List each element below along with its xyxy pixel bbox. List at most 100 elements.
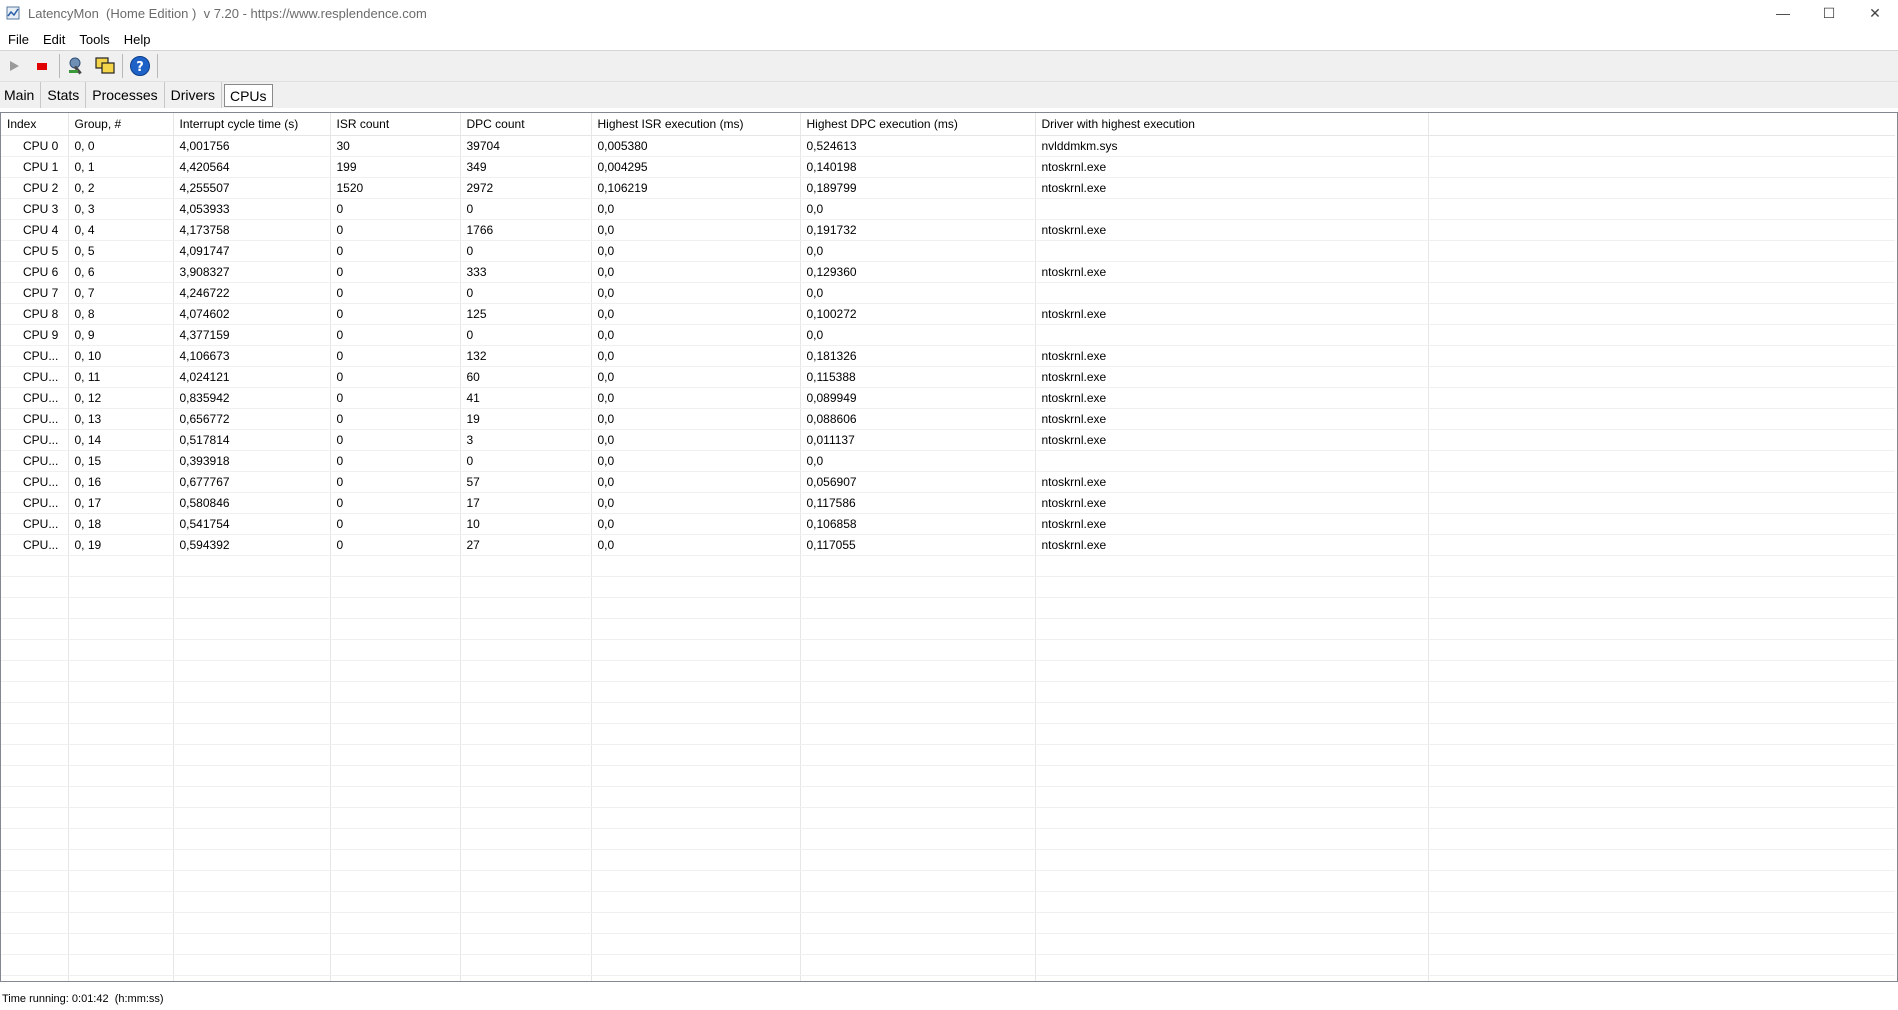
- column-header-index[interactable]: Index: [1, 113, 69, 136]
- table-row[interactable]: CPU 5 0, 5 4,091747 0 0 0,0 0,0: [1, 240, 1895, 262]
- maximize-button[interactable]: ☐: [1806, 0, 1852, 26]
- table-cell: 0, 7: [68, 282, 174, 304]
- menu-tools[interactable]: Tools: [71, 32, 115, 47]
- start-button[interactable]: [0, 53, 28, 79]
- windows-icon: [95, 57, 115, 74]
- tool-button[interactable]: [63, 53, 91, 79]
- empty-cell: [591, 933, 801, 955]
- empty-cell: [173, 933, 331, 955]
- column-header-dpc-count[interactable]: DPC count: [460, 113, 592, 136]
- table-row[interactable]: CPU... 0, 19 0,594392 0 27 0,0 0,117055 ntoskrn…: [1, 534, 1895, 556]
- empty-cell: [460, 975, 592, 981]
- empty-cell: [173, 576, 331, 598]
- table-cell: ntoskrnl.exe: [1035, 534, 1429, 556]
- table-cell: 0,677767: [173, 471, 331, 493]
- table-cell: CPU...: [1, 471, 69, 493]
- table-cell: 4,106673: [173, 345, 331, 367]
- table-cell: 0,140198: [800, 156, 1036, 178]
- minimize-button[interactable]: —: [1760, 0, 1806, 26]
- empty-cell: [1035, 660, 1429, 682]
- empty-cell: [1428, 891, 1895, 913]
- empty-cell: [330, 660, 461, 682]
- empty-cell: [800, 744, 1036, 766]
- help-button[interactable]: ?: [126, 53, 154, 79]
- table-cell: 0,100272: [800, 303, 1036, 325]
- table-row[interactable]: CPU... 0, 16 0,677767 0 57 0,0 0,056907 ntoskrn…: [1, 471, 1895, 493]
- empty-row: [1, 891, 1895, 913]
- tab-stats[interactable]: Stats: [41, 82, 87, 108]
- empty-cell: [1428, 723, 1895, 745]
- table-cell: 349: [460, 156, 592, 178]
- empty-cell: [330, 891, 461, 913]
- table-row[interactable]: CPU... 0, 13 0,656772 0 19 0,0 0,088606 ntoskrn…: [1, 408, 1895, 430]
- empty-cell: [173, 786, 331, 808]
- stop-button[interactable]: [28, 53, 56, 79]
- empty-cell: [800, 576, 1036, 598]
- table-cell: 60: [460, 366, 592, 388]
- empty-row: [1, 744, 1895, 766]
- column-header-driver[interactable]: Driver with highest execution: [1035, 113, 1429, 136]
- table-row[interactable]: CPU... 0, 11 4,024121 0 60 0,0 0,115388 ntoskrn…: [1, 366, 1895, 388]
- empty-cell: [1428, 954, 1895, 976]
- empty-cell: [591, 555, 801, 577]
- table-cell: 0,004295: [591, 156, 801, 178]
- close-button[interactable]: ✕: [1852, 0, 1898, 26]
- cpu-table[interactable]: Index Group, # Interrupt cycle time (s) …: [0, 112, 1898, 982]
- table-cell: 0,0: [591, 471, 801, 493]
- column-header-isr-count[interactable]: ISR count: [330, 113, 461, 136]
- empty-cell: [1, 660, 69, 682]
- tab-cpus[interactable]: CPUs: [223, 84, 273, 107]
- empty-cell: [173, 807, 331, 829]
- table-row[interactable]: CPU 1 0, 1 4,420564 199 349 0,004295 0,140198 n…: [1, 156, 1895, 178]
- table-row[interactable]: CPU... 0, 10 4,106673 0 132 0,0 0,181326 ntoskr…: [1, 345, 1895, 367]
- menu-help[interactable]: Help: [116, 32, 157, 47]
- table-cell: 0,0: [591, 492, 801, 514]
- table-row[interactable]: CPU 8 0, 8 4,074602 0 125 0,0 0,100272 ntoskrnl…: [1, 303, 1895, 325]
- table-cell: 0, 2: [68, 177, 174, 199]
- empty-cell: [1428, 765, 1895, 787]
- table-row[interactable]: CPU 0 0, 0 4,001756 30 39704 0,005380 0,524613…: [1, 135, 1895, 157]
- table-row[interactable]: CPU 2 0, 2 4,255507 1520 2972 0,106219 0,18979…: [1, 177, 1895, 199]
- table-row[interactable]: CPU 4 0, 4 4,173758 0 1766 0,0 0,191732 ntoskrn…: [1, 219, 1895, 241]
- table-cell-filler: [1428, 303, 1895, 325]
- empty-cell: [1, 555, 69, 577]
- empty-cell: [68, 555, 174, 577]
- table-cell: CPU 6: [1, 261, 69, 283]
- empty-cell: [591, 723, 801, 745]
- empty-cell: [800, 870, 1036, 892]
- tab-main[interactable]: Main: [0, 82, 42, 108]
- empty-row: [1, 618, 1895, 640]
- table-row[interactable]: CPU 3 0, 3 4,053933 0 0 0,0 0,0: [1, 198, 1895, 220]
- table-cell-filler: [1428, 534, 1895, 556]
- table-cell: CPU...: [1, 492, 69, 514]
- column-header-highest-isr[interactable]: Highest ISR execution (ms): [591, 113, 801, 136]
- empty-cell: [68, 849, 174, 871]
- table-row[interactable]: CPU... 0, 18 0,541754 0 10 0,0 0,106858 ntoskrn…: [1, 513, 1895, 535]
- table-row[interactable]: CPU... 0, 12 0,835942 0 41 0,0 0,089949 ntoskrn…: [1, 387, 1895, 409]
- empty-cell: [1428, 912, 1895, 934]
- tab-drivers[interactable]: Drivers: [165, 82, 222, 108]
- table-row[interactable]: CPU 6 0, 6 3,908327 0 333 0,0 0,129360 ntoskrnl…: [1, 261, 1895, 283]
- menu-file[interactable]: File: [0, 32, 35, 47]
- table-row[interactable]: CPU... 0, 15 0,393918 0 0 0,0 0,0: [1, 450, 1895, 472]
- column-header-highest-dpc[interactable]: Highest DPC execution (ms): [800, 113, 1036, 136]
- table-cell: 4,074602: [173, 303, 331, 325]
- table-row[interactable]: CPU 9 0, 9 4,377159 0 0 0,0 0,0: [1, 324, 1895, 346]
- empty-cell: [173, 975, 331, 981]
- table-row[interactable]: CPU... 0, 17 0,580846 0 17 0,0 0,117586 ntoskrn…: [1, 492, 1895, 514]
- empty-cell: [800, 765, 1036, 787]
- column-header-group[interactable]: Group, #: [68, 113, 174, 136]
- empty-cell: [591, 765, 801, 787]
- empty-cell: [330, 975, 461, 981]
- table-cell: 4,053933: [173, 198, 331, 220]
- menu-edit[interactable]: Edit: [35, 32, 71, 47]
- empty-cell: [330, 849, 461, 871]
- table-cell: ntoskrnl.exe: [1035, 387, 1429, 409]
- tab-processes[interactable]: Processes: [86, 82, 165, 108]
- table-cell: 0,056907: [800, 471, 1036, 493]
- empty-cell: [173, 702, 331, 724]
- windows-button[interactable]: [91, 53, 119, 79]
- column-header-interrupt-cycle-time[interactable]: Interrupt cycle time (s): [173, 113, 331, 136]
- table-row[interactable]: CPU... 0, 14 0,517814 0 3 0,0 0,011137 ntoskrnl…: [1, 429, 1895, 451]
- table-row[interactable]: CPU 7 0, 7 4,246722 0 0 0,0 0,0: [1, 282, 1895, 304]
